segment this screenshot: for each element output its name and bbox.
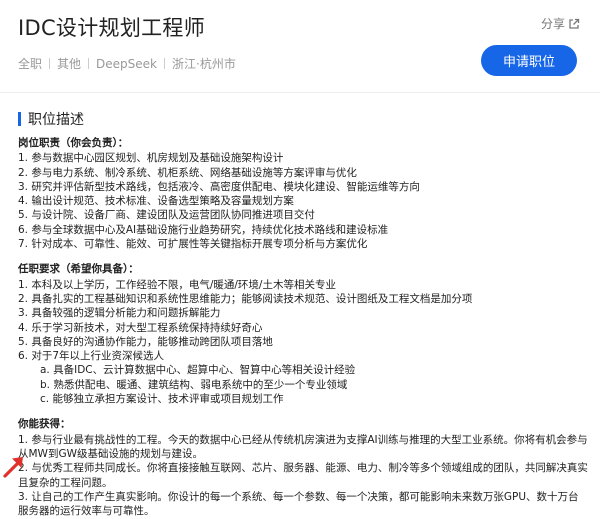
tag-divider [164,58,165,69]
list-item: 2. 与优秀工程师共同成长。你将直接接触互联网、芯片、服务器、能源、电力、制冷等… [18,462,588,489]
share-icon [569,18,580,29]
job-title: IDC设计规划工程师 [18,16,206,40]
benefits-title: 你能获得： [18,418,71,431]
section-title: 职位描述 [28,112,84,128]
job-header: IDC设计规划工程师 分享 全职 其他 DeepSeek 浙江·杭州市 申请职位 [0,0,600,92]
apply-button[interactable]: 申请职位 [481,45,577,76]
tag-divider [88,58,90,69]
list-item: 4. 乐于学习新技术，对大型工程系统保持持续好奇心 [18,321,263,334]
list-item: 2. 参与电力系统、制冷系统、机柜系统、网络基础设施等方案评审与优化 [18,166,357,179]
list-item: 1. 参与行业最有挑战性的工程。今天的数据中心已经从传统机房演进为支撑AI训练与… [18,433,588,460]
job-tags: 全职 其他 DeepSeek 浙江·杭州市 [18,55,236,72]
list-item: 6. 对于7年以上行业资深候选人 [18,350,165,363]
share-label: 分享 [540,17,565,31]
share-button[interactable]: 分享 [541,15,580,32]
section-accent-bar [18,112,21,126]
section-header: 职位描述 [18,109,84,129]
list-item: 1. 本科及以上学历，工作经验不限，电气/暖通/环境/土木等相关专业 [18,278,336,291]
header-divider [0,92,600,93]
list-item: 5. 具备良好的沟通协作能力，能够推动跨团队项目落地 [18,335,273,348]
job-description: 岗位职责（你会负责）： 1. 参与数据中心园区规划、机房规划及基础设施架构设计 … [18,136,588,518]
sub-list-item: a. 具备IDC、云计算数据中心、超算中心、智算中心等相关设计经验 [40,364,356,377]
requirements-title: 任职要求（希望你具备）： [18,263,139,276]
tag-divider [49,58,51,69]
sub-list-item: c. 能够独立承担方案设计、技术评审或项目规划工作 [40,393,284,406]
list-item: 3. 让自己的工作产生真实影响。你设计的每一个系统、每一个参数、每一个决策，都可… [18,490,579,518]
sub-list-item: b. 熟悉供配电、暖通、建筑结构、弱电系统中的至少一个专业领域 [40,378,348,391]
list-item: 1. 参与数据中心园区规划、机房规划及基础设施架构设计 [18,152,284,165]
list-item: 4. 输出设计规范、技术标准、设备选型策略及容量规划方案 [18,195,294,208]
tag-location: 浙江·杭州市 [172,57,236,71]
responsibilities-title: 岗位职责（你会负责）： [18,137,129,149]
tag-employment-type: 全职 [18,57,43,71]
tag-category: 其他 [57,57,82,71]
list-item: 5. 与设计院、设备厂商、建设团队及运营团队协同推进项目交付 [18,209,315,222]
red-arrow-annotation [3,457,23,478]
list-item: 3. 具备较强的逻辑分析能力和问题拆解能力 [18,307,221,320]
list-item: 2. 具备扎实的工程基础知识和系统性思维能力；能够阅读技术规范、设计图纸及工程文… [18,292,473,305]
list-item: 7. 针对成本、可靠性、能效、可扩展性等关键指标开展专项分析与方案优化 [18,238,368,251]
list-item: 3. 研究并评估新型技术路线，包括液冷、高密度供配电、模块化建设、智能运维等方向 [18,180,420,193]
list-item: 6. 参与全球数据中心及AI基础设施行业趋势研究，持续优化技术路线和建设标准 [18,223,389,236]
tag-company: DeepSeek [96,56,157,71]
